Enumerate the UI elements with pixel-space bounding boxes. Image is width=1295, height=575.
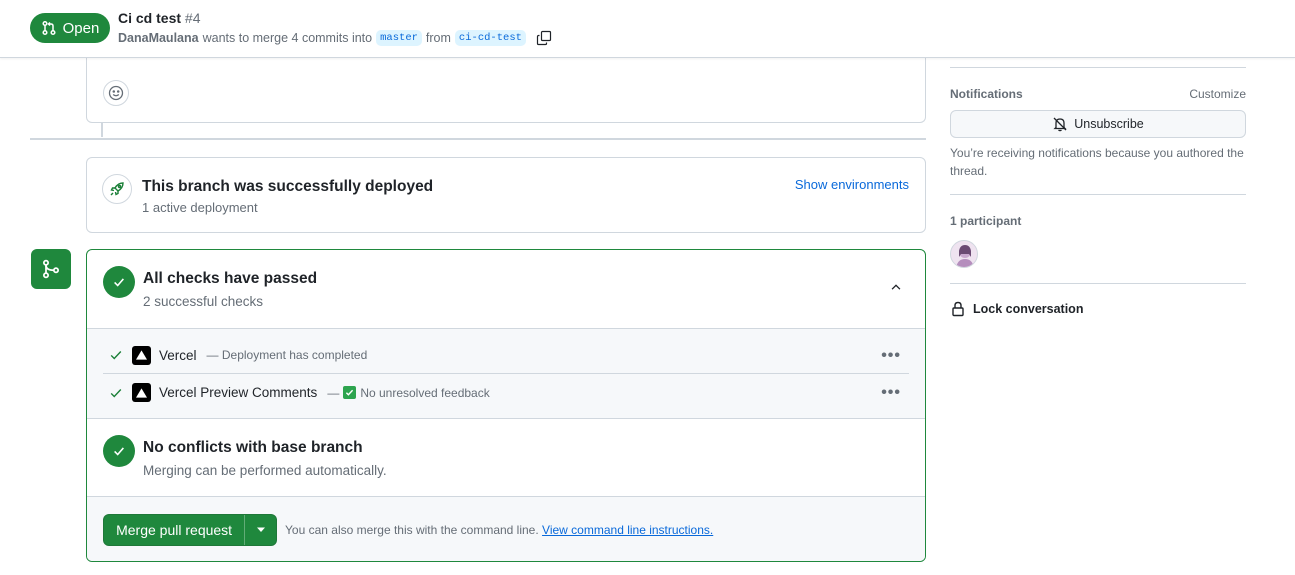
check-name[interactable]: Vercel Preview Comments xyxy=(159,385,317,400)
check-row[interactable]: Vercel Preview Comments — No unresolved … xyxy=(103,374,909,411)
git-merge-icon xyxy=(31,249,71,289)
check-circle-icon xyxy=(103,266,135,298)
command-line-instructions-link[interactable]: View command line instructions. xyxy=(542,523,713,537)
base-branch-label[interactable]: master xyxy=(376,30,422,46)
checks-title: All checks have passed xyxy=(143,270,318,287)
add-reaction-button[interactable] xyxy=(103,80,129,106)
check-circle-icon xyxy=(103,435,135,467)
timeline-break xyxy=(30,138,926,140)
notifications-heading: Notifications xyxy=(950,87,1023,101)
pr-state-label: Open xyxy=(62,19,100,37)
unsubscribe-label: Unsubscribe xyxy=(1074,117,1144,131)
merge-button-group: Merge pull request xyxy=(103,514,277,546)
check-row[interactable]: Vercel — Deployment has completed ••• xyxy=(103,337,909,374)
show-environments-link[interactable]: Show environments xyxy=(795,177,909,192)
sidebar-divider xyxy=(950,283,1246,284)
conflicts-title: No conflicts with base branch xyxy=(143,439,363,456)
pr-title: Ci cd test #4 xyxy=(118,10,200,26)
pr-meta: DanaMaulana wants to merge 4 commits int… xyxy=(118,30,552,46)
kebab-horizontal-icon[interactable]: ••• xyxy=(881,384,901,402)
merge-footer: Merge pull request You can also merge th… xyxy=(87,496,925,561)
pr-number: #4 xyxy=(184,10,201,26)
git-pull-request-icon xyxy=(41,20,57,36)
check-description: — Deployment has completed xyxy=(206,348,368,362)
merge-pull-request-button[interactable]: Merge pull request xyxy=(104,515,244,545)
deployment-title: This branch was successfully deployed xyxy=(142,178,434,195)
check-name[interactable]: Vercel xyxy=(159,348,197,363)
pr-from-text: from xyxy=(425,31,451,45)
green-checkbox-icon xyxy=(343,386,357,399)
kebab-horizontal-icon[interactable]: ••• xyxy=(881,347,901,365)
check-description-dash: — xyxy=(327,385,340,400)
timeline-connector xyxy=(101,123,103,137)
sidebar-divider xyxy=(950,67,1246,68)
check-description: — No unresolved feedback xyxy=(327,386,489,400)
head-branch-label[interactable]: ci-cd-test xyxy=(454,30,526,46)
merge-hint: You can also merge this with the command… xyxy=(285,523,713,537)
comment-card xyxy=(86,50,926,123)
lock-label: Lock conversation xyxy=(973,302,1084,316)
check-icon xyxy=(109,348,123,362)
customize-link[interactable]: Customize xyxy=(1189,87,1246,101)
deployment-card: This branch was successfully deployed 1 … xyxy=(86,157,926,233)
pr-merge-text: wants to merge 4 commits into xyxy=(202,31,373,45)
pr-title-text: Ci cd test xyxy=(118,10,182,26)
copy-icon[interactable] xyxy=(536,30,552,46)
vercel-icon xyxy=(132,383,151,402)
deployment-subtitle: 1 active deployment xyxy=(142,200,258,215)
lock-conversation-button[interactable]: Lock conversation xyxy=(951,301,1083,317)
sidebar-divider xyxy=(950,194,1246,195)
check-description-text: No unresolved feedback xyxy=(360,385,490,400)
conflicts-subtitle: Merging can be performed automatically. xyxy=(143,463,387,478)
checks-list: Vercel — Deployment has completed ••• Ve… xyxy=(87,328,925,419)
check-icon xyxy=(109,386,123,400)
participants-heading: 1 participant xyxy=(950,214,1022,228)
merge-box: All checks have passed 2 successful chec… xyxy=(86,249,926,562)
smiley-icon xyxy=(108,85,124,101)
triangle-down-icon[interactable] xyxy=(244,515,276,545)
notifications-note: You’re receiving notifications because y… xyxy=(950,146,1244,178)
pr-sticky-header: Open Ci cd test #4 DanaMaulana wants to … xyxy=(0,0,1295,58)
unsubscribe-button[interactable]: Unsubscribe xyxy=(950,110,1246,138)
checks-subtitle: 2 successful checks xyxy=(143,294,264,309)
avatar[interactable] xyxy=(950,240,978,268)
rocket-icon xyxy=(102,174,132,204)
chevron-up-icon[interactable] xyxy=(889,280,903,297)
pr-state-badge: Open xyxy=(30,13,110,43)
lock-icon xyxy=(951,301,965,317)
bell-slash-icon xyxy=(1052,116,1068,132)
vercel-icon xyxy=(132,345,151,365)
pr-author-link[interactable]: DanaMaulana xyxy=(118,31,199,45)
merge-hint-text: You can also merge this with the command… xyxy=(285,523,539,537)
